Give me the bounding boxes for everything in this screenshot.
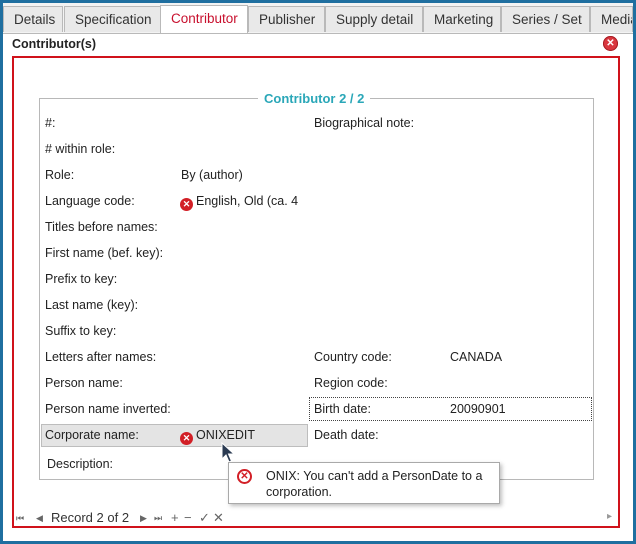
field-label-suffix-to-key: Suffix to key: <box>45 324 117 338</box>
field-label-letters-after-names: Letters after names: <box>45 350 157 364</box>
error-icon: ✕ <box>237 469 252 484</box>
field-label-biographical-note: Biographical note: <box>314 116 415 130</box>
role-value[interactable]: By (author) <box>181 168 243 182</box>
field-label-person-name: Person name: <box>45 376 123 390</box>
corporate-name-text: ONIXEDIT <box>196 428 256 442</box>
mouse-pointer-icon <box>221 442 235 463</box>
close-circle-icon[interactable]: ✕ <box>603 36 618 51</box>
country-code-value[interactable]: CANADA <box>450 350 502 364</box>
language-code-text: English, Old (ca. 4 <box>196 194 299 208</box>
field-label-region-code: Region code: <box>314 376 388 390</box>
error-icon: ✕ <box>180 198 193 211</box>
language-code-value[interactable]: ✕ English, Old (ca. 4 <box>180 194 298 211</box>
field-label-last-name: Last name (key): <box>45 298 139 312</box>
field-label-corporate-name: Corporate name: <box>45 428 139 442</box>
tab-bar: Details Specification Contributor Publis… <box>3 3 633 34</box>
record-counter: Record 2 of 2 <box>51 510 130 525</box>
tab-contributor[interactable]: Contributor <box>160 5 248 33</box>
birth-date-value[interactable]: 20090901 <box>450 402 506 416</box>
tooltip-text: ONIX: You can't add a PersonDate to a co… <box>266 469 483 499</box>
field-label-country-code: Country code: <box>314 350 392 364</box>
remove-record-button[interactable]: − <box>184 510 192 525</box>
cancel-record-button[interactable]: ✕ <box>213 510 224 526</box>
field-label-prefix-to-key: Prefix to key: <box>45 272 118 286</box>
add-record-button[interactable]: + <box>171 510 179 525</box>
validation-tooltip: ✕ ONIX: You can't add a PersonDate to a … <box>228 462 500 504</box>
tab-series-set[interactable]: Series / Set <box>501 6 590 32</box>
record-legend: Contributor 2 / 2 <box>258 91 371 106</box>
contributor-record-group <box>39 98 594 480</box>
tab-media[interactable]: Media <box>590 6 633 32</box>
tab-supply-detail[interactable]: Supply detail <box>325 6 423 32</box>
editor-window: Details Specification Contributor Publis… <box>3 3 633 541</box>
field-label-titles-before-names: Titles before names: <box>45 220 158 234</box>
field-label-birth-date: Birth date: <box>314 402 371 416</box>
field-label-description: Description: <box>47 457 113 471</box>
field-label-person-name-inverted: Person name inverted: <box>45 402 171 416</box>
field-label-death-date: Death date: <box>314 428 379 442</box>
tab-details[interactable]: Details <box>3 6 63 32</box>
field-label-number-within-role: # within role: <box>45 142 116 156</box>
next-record-button[interactable]: ▶ <box>140 513 147 524</box>
error-icon: ✕ <box>180 432 193 445</box>
tab-specification[interactable]: Specification <box>64 6 164 32</box>
field-label-number: #: <box>45 116 56 130</box>
confirm-record-button[interactable]: ✓ <box>199 510 210 526</box>
scroll-right-icon[interactable]: ▸ <box>607 511 612 522</box>
first-record-button[interactable]: ⏮ <box>16 513 24 524</box>
last-record-button[interactable]: ⏭ <box>154 513 162 524</box>
field-label-role: Role: <box>45 168 75 182</box>
section-title: Contributor(s) <box>12 37 97 51</box>
tab-publisher[interactable]: Publisher <box>248 6 325 32</box>
tab-marketing[interactable]: Marketing <box>423 6 501 32</box>
field-label-first-name: First name (bef. key): <box>45 246 164 260</box>
corporate-name-value[interactable]: ✕ ONIXEDIT <box>180 428 255 445</box>
field-label-language-code: Language code: <box>45 194 135 208</box>
prev-record-button[interactable]: ◀ <box>36 513 43 524</box>
